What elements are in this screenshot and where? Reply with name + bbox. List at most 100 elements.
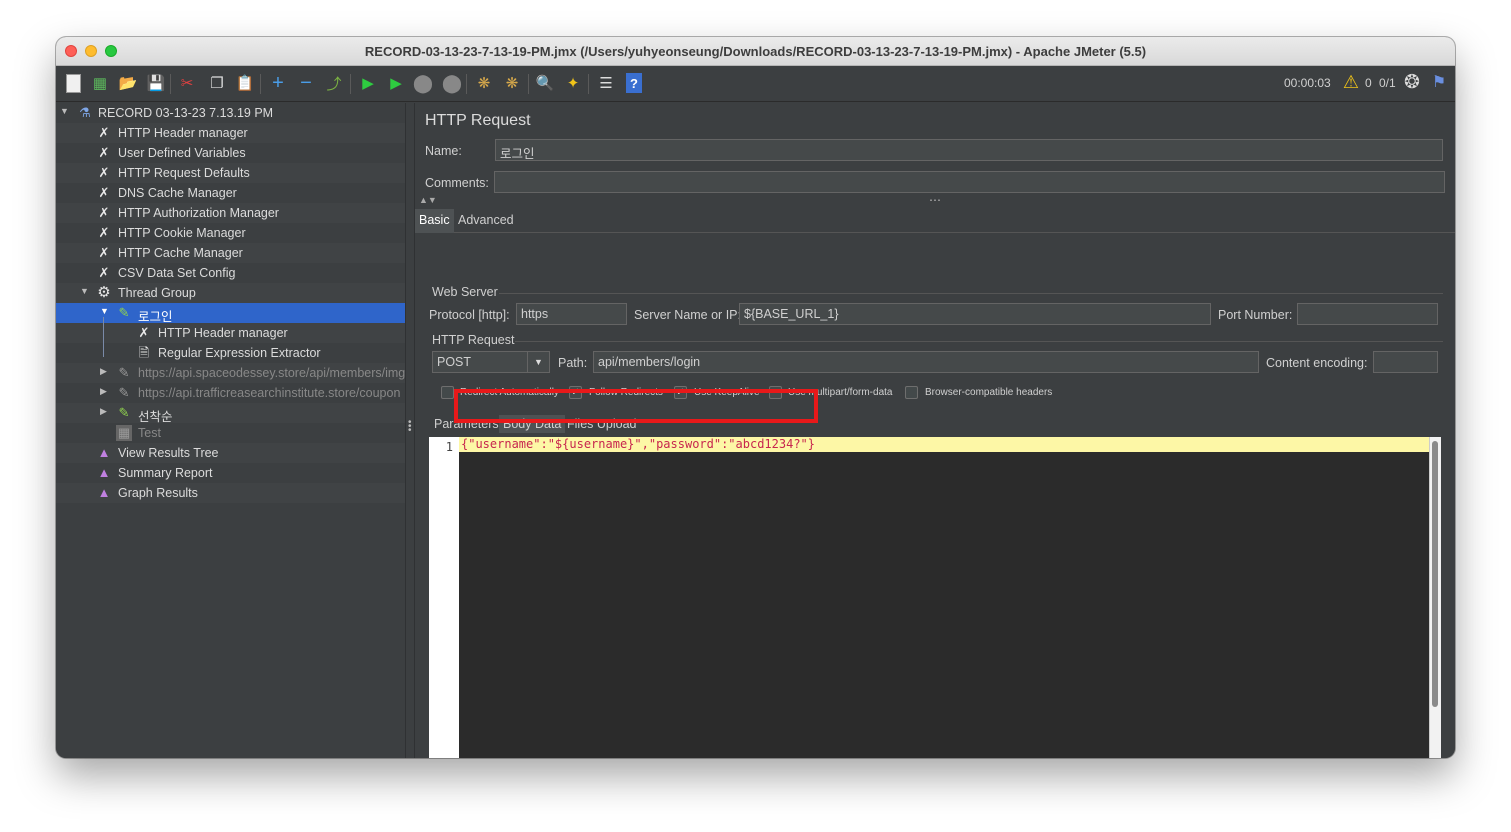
path-label: Path: bbox=[558, 356, 588, 370]
search-icon[interactable]: 🔍 bbox=[535, 73, 555, 93]
config-element-icon: ✗ bbox=[98, 205, 110, 220]
redirect-auto-checkbox[interactable] bbox=[441, 386, 454, 399]
protocol-label: Protocol [http]: bbox=[429, 308, 510, 322]
method-select[interactable]: POST ▼ bbox=[432, 351, 550, 373]
tree-item[interactable]: ▲ Graph Results bbox=[56, 483, 405, 503]
http-request-panel: HTTP Request Name: 로그인 Comments: ▲▼ ⋯ Ba… bbox=[415, 103, 1455, 758]
tree-item[interactable]: ✗ HTTP Header manager bbox=[56, 123, 405, 143]
name-field[interactable]: 로그인 bbox=[495, 139, 1443, 161]
extractor-icon: 🗎 bbox=[138, 345, 150, 360]
keepalive-label: Use KeepAlive bbox=[694, 387, 760, 398]
scrollbar-thumb[interactable] bbox=[1432, 441, 1438, 707]
comments-label: Comments: bbox=[425, 176, 489, 190]
protocol-field[interactable]: https bbox=[516, 303, 627, 325]
tree-item[interactable]: ✗ HTTP Header manager bbox=[56, 323, 405, 343]
tree-item-disabled[interactable]: ▶ ✎ https://api.trafficreasearchinstitut… bbox=[56, 383, 405, 403]
cut-icon[interactable]: ✂ bbox=[177, 73, 197, 93]
title-bar: RECORD-03-13-23-7-13-19-PM.jmx (/Users/y… bbox=[56, 37, 1455, 66]
tree-item[interactable]: ▲ View Results Tree bbox=[56, 443, 405, 463]
window-title: RECORD-03-13-23-7-13-19-PM.jmx (/Users/y… bbox=[364, 44, 1147, 59]
tree-item[interactable]: ✗ HTTP Request Defaults bbox=[56, 163, 405, 183]
collapse-arrows-icon[interactable]: ▲▼ bbox=[419, 195, 437, 205]
listener-icon: ▲ bbox=[97, 445, 111, 460]
toolbar: ▦ 📂 💾 ✂ ❐ 📋 + − ⤴ ▶ ▶ ⬤ ⬤ ❋ ❋ 🔍 ✦ ☰ ? 00… bbox=[56, 66, 1455, 102]
code-area[interactable]: {"username":"${username}","password":"ab… bbox=[459, 437, 1431, 758]
open-icon[interactable]: 📂 bbox=[118, 73, 138, 93]
shutdown-icon[interactable]: ⬤ bbox=[442, 73, 462, 93]
sampler-icon: ✎ bbox=[118, 365, 130, 380]
tab-basic[interactable]: Basic bbox=[415, 209, 454, 233]
function-helper-icon[interactable]: ☰ bbox=[596, 73, 616, 93]
tree-item-selected[interactable]: ▼ ✎ 로그인 bbox=[56, 303, 405, 324]
listener-icon: ▲ bbox=[97, 485, 111, 500]
tree-item[interactable]: ✗ HTTP Cache Manager bbox=[56, 243, 405, 263]
tree-item[interactable]: ▲ Summary Report bbox=[56, 463, 405, 483]
divider-handle-icon[interactable]: ⋯ bbox=[929, 193, 941, 207]
stop-icon[interactable]: ⬤ bbox=[413, 73, 433, 93]
new-icon[interactable] bbox=[66, 74, 81, 93]
sampler-icon: ✎ bbox=[118, 305, 130, 320]
browser-headers-checkbox[interactable] bbox=[905, 386, 918, 399]
tree-item-thread-group[interactable]: ▼ ⚙ Thread Group bbox=[56, 283, 405, 303]
line-number: 1 bbox=[429, 437, 459, 758]
warning-icon[interactable]: ⚠ bbox=[1341, 72, 1361, 92]
multipart-label: Use multipart/form-data bbox=[788, 387, 893, 398]
clear-icon[interactable]: ❋ bbox=[474, 73, 494, 93]
thread-count: 0/1 bbox=[1379, 76, 1396, 90]
tree-item[interactable]: ✗ HTTP Authorization Manager bbox=[56, 203, 405, 223]
save-icon[interactable]: 💾 bbox=[146, 73, 166, 93]
tree-item[interactable]: ✗ HTTP Cookie Manager bbox=[56, 223, 405, 243]
start-icon[interactable]: ▶ bbox=[358, 73, 378, 93]
http-request-section: HTTP Request bbox=[432, 333, 515, 347]
split-handle-icon[interactable]: • • • bbox=[408, 418, 412, 436]
expand-icon[interactable]: + bbox=[268, 72, 288, 94]
body-text[interactable]: {"username":"${username}","password":"ab… bbox=[461, 437, 815, 452]
panel-title: HTTP Request bbox=[425, 112, 531, 129]
tree-item[interactable]: ✗ CSV Data Set Config bbox=[56, 263, 405, 283]
log-viewer-icon[interactable]: ⚑ bbox=[1429, 72, 1449, 92]
subtab-body-data[interactable]: Body Data bbox=[499, 415, 566, 433]
tree-item-disabled[interactable]: ▦ Test bbox=[56, 423, 405, 443]
keepalive-checkbox[interactable]: ✓ bbox=[674, 386, 687, 399]
config-element-icon: ✗ bbox=[98, 125, 110, 140]
tree-item-disabled[interactable]: ▶ ✎ https://api.spaceodessey.store/api/m… bbox=[56, 363, 405, 383]
redirect-auto-label: Redirect Automatically bbox=[460, 387, 559, 398]
subtab-files-upload[interactable]: Files Upload bbox=[563, 415, 640, 433]
server-field[interactable]: ${BASE_URL_1} bbox=[739, 303, 1211, 325]
method-value: POST bbox=[437, 355, 472, 369]
config-element-icon: ✗ bbox=[98, 185, 110, 200]
config-element-icon: ✗ bbox=[98, 265, 110, 280]
tree-item[interactable]: 🗎 Regular Expression Extractor bbox=[56, 343, 405, 363]
comments-field[interactable] bbox=[494, 171, 1445, 193]
paste-icon[interactable]: 📋 bbox=[235, 73, 255, 93]
start-no-pauses-icon[interactable]: ▶ bbox=[386, 73, 406, 93]
vertical-scrollbar[interactable] bbox=[1429, 437, 1441, 758]
help-icon[interactable]: ? bbox=[626, 73, 642, 93]
clear-all-icon[interactable]: ❋ bbox=[502, 73, 522, 93]
port-field[interactable] bbox=[1297, 303, 1438, 325]
path-field[interactable]: api/members/login bbox=[593, 351, 1259, 373]
sampler-icon: ✎ bbox=[118, 405, 130, 420]
tab-advanced[interactable]: Advanced bbox=[454, 209, 518, 233]
toggle-icon[interactable]: ⤴ bbox=[324, 73, 344, 93]
body-data-editor[interactable]: 1 {"username":"${username}","password":"… bbox=[429, 437, 1441, 758]
config-element-icon: ✗ bbox=[98, 165, 110, 180]
collapse-icon[interactable]: − bbox=[296, 72, 316, 94]
config-element-icon: ✗ bbox=[98, 145, 110, 160]
browser-headers-label: Browser-compatible headers bbox=[925, 387, 1053, 398]
elapsed-timer: 00:00:03 bbox=[1284, 76, 1331, 90]
reset-search-icon[interactable]: ✦ bbox=[563, 73, 583, 93]
remote-icon[interactable]: ❂ bbox=[1402, 72, 1422, 93]
tree-item[interactable]: ✗ User Defined Variables bbox=[56, 143, 405, 163]
copy-icon[interactable]: ❐ bbox=[207, 73, 227, 93]
tree-root[interactable]: ▼ ⚗ RECORD 03-13-23 7.13.19 PM bbox=[56, 103, 405, 123]
name-label: Name: bbox=[425, 144, 462, 158]
multipart-checkbox[interactable] bbox=[769, 386, 782, 399]
follow-redirects-checkbox[interactable]: ✓ bbox=[569, 386, 582, 399]
tree-item[interactable]: ✗ DNS Cache Manager bbox=[56, 183, 405, 203]
controller-icon: ▦ bbox=[116, 425, 132, 441]
subtab-parameters[interactable]: Parameters bbox=[430, 415, 503, 433]
templates-icon[interactable]: ▦ bbox=[90, 73, 110, 93]
encoding-field[interactable] bbox=[1373, 351, 1438, 373]
tree-item[interactable]: ▶ ✎ 선착순 bbox=[56, 403, 405, 424]
